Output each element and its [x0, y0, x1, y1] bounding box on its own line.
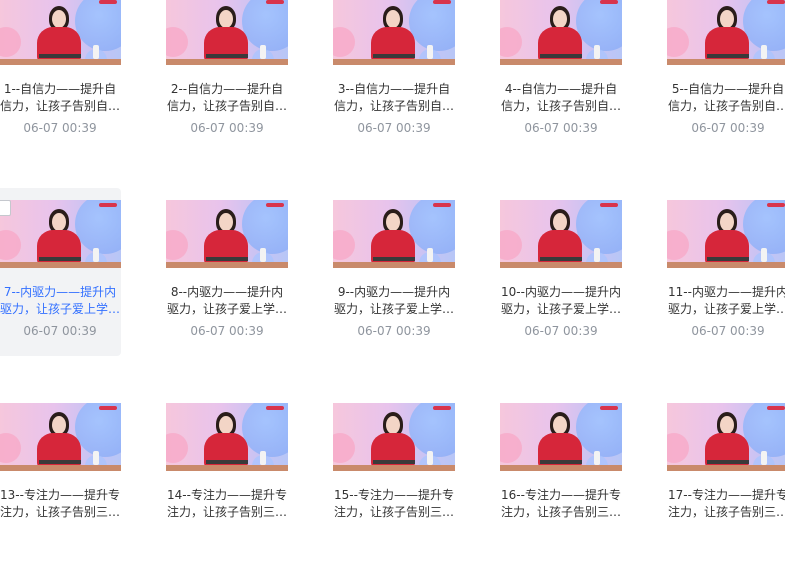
file-tile[interactable]: 4--自信力——提升自 信力，让孩子告别自… 06-07 00:39 [500, 0, 630, 165]
file-modified-time: 06-07 00:39 [357, 121, 431, 135]
file-name-line2: 注力，让孩子告别三… [500, 505, 621, 519]
file-name: 2--自信力——提升自 信力，让孩子告别自… [166, 81, 288, 115]
file-name-line2: 注力，让孩子告别三… [0, 505, 120, 519]
file-modified-time: 06-07 00:39 [357, 324, 431, 338]
file-name: 1--自信力——提升自 信力，让孩子告别自… [0, 81, 121, 115]
video-thumbnail[interactable] [166, 200, 288, 268]
file-tile[interactable]: 17--专注力——提升专 注力，让孩子告别三… [667, 403, 785, 571]
file-name-line2: 注力，让孩子告别三… [166, 505, 287, 519]
file-name-line1: 16--专注力——提升专 [501, 488, 621, 502]
file-name: 16--专注力——提升专 注力，让孩子告别三… [500, 487, 622, 521]
file-name-line2: 注力，让孩子告别三… [333, 505, 454, 519]
video-thumbnail[interactable] [0, 200, 121, 268]
file-tile[interactable]: 8--内驱力——提升内 驱力，让孩子爱上学… 06-07 00:39 [166, 200, 296, 368]
file-name-line2: 信力，让孩子告别自… [667, 99, 785, 113]
file-tile[interactable]: 1--自信力——提升自 信力，让孩子告别自… 06-07 00:39 [0, 0, 129, 165]
file-name-line1: 7--内驱力——提升内 [3, 285, 117, 299]
file-name-line1: 5--自信力——提升自 [671, 82, 785, 96]
file-tile[interactable]: 13--专注力——提升专 注力，让孩子告别三… [0, 403, 129, 571]
file-name: 14--专注力——提升专 注力，让孩子告别三… [166, 487, 288, 521]
file-modified-time: 06-07 00:39 [23, 324, 97, 338]
file-tile[interactable]: 9--内驱力——提升内 驱力，让孩子爱上学… 06-07 00:39 [333, 200, 463, 368]
file-name-line1: 8--内驱力——提升内 [170, 285, 284, 299]
file-tile[interactable]: 7--内驱力——提升内 驱力，让孩子爱上学… 06-07 00:39 [0, 188, 121, 356]
file-name-line2: 信力，让孩子告别自… [0, 99, 120, 113]
file-tile[interactable]: 14--专注力——提升专 注力，让孩子告别三… [166, 403, 296, 571]
file-name-line1: 15--专注力——提升专 [334, 488, 454, 502]
file-name: 5--自信力——提升自 信力，让孩子告别自… [667, 81, 785, 115]
file-name: 15--专注力——提升专 注力，让孩子告别三… [333, 487, 455, 521]
file-name: 7--内驱力——提升内 驱力，让孩子爱上学… [0, 284, 121, 318]
video-thumbnail[interactable] [500, 0, 622, 65]
file-name-line2: 驱力，让孩子爱上学… [500, 302, 621, 316]
file-tile[interactable]: 5--自信力——提升自 信力，让孩子告别自… 06-07 00:39 [667, 0, 785, 165]
file-name-line1: 4--自信力——提升自 [504, 82, 618, 96]
file-name-line1: 14--专注力——提升专 [167, 488, 287, 502]
file-name-line2: 驱力，让孩子爱上学… [333, 302, 454, 316]
file-name-line1: 3--自信力——提升自 [337, 82, 451, 96]
file-name: 17--专注力——提升专 注力，让孩子告别三… [667, 487, 785, 521]
file-name-line1: 17--专注力——提升专 [668, 488, 785, 502]
video-thumbnail[interactable] [500, 403, 622, 471]
video-thumbnail[interactable] [333, 0, 455, 65]
file-name: 4--自信力——提升自 信力，让孩子告别自… [500, 81, 622, 115]
file-tile[interactable]: 2--自信力——提升自 信力，让孩子告别自… 06-07 00:39 [166, 0, 296, 165]
file-name-line1: 1--自信力——提升自 [3, 82, 117, 96]
file-modified-time: 06-07 00:39 [691, 121, 765, 135]
file-name: 9--内驱力——提升内 驱力，让孩子爱上学… [333, 284, 455, 318]
file-tile[interactable]: 10--内驱力——提升内 驱力，让孩子爱上学… 06-07 00:39 [500, 200, 630, 368]
file-name: 13--专注力——提升专 注力，让孩子告别三… [0, 487, 121, 521]
video-thumbnail[interactable] [0, 403, 121, 471]
file-grid: 1--自信力——提升自 信力，让孩子告别自… 06-07 00:39 2--自信力——… [0, 0, 785, 524]
video-thumbnail[interactable] [166, 0, 288, 65]
file-modified-time: 06-07 00:39 [524, 324, 598, 338]
file-name-line2: 驱力，让孩子爱上学… [0, 302, 120, 316]
file-name: 8--内驱力——提升内 驱力，让孩子爱上学… [166, 284, 288, 318]
file-name-line1: 9--内驱力——提升内 [337, 285, 451, 299]
video-thumbnail[interactable] [667, 200, 785, 268]
file-name-line2: 驱力，让孩子爱上学… [166, 302, 287, 316]
file-name-line1: 13--专注力——提升专 [0, 488, 120, 502]
file-name: 11--内驱力——提升内 驱力，让孩子爱上学… [667, 284, 785, 318]
file-tile[interactable]: 11--内驱力——提升内 驱力，让孩子爱上学… 06-07 00:39 [667, 200, 785, 368]
file-modified-time: 06-07 00:39 [190, 324, 264, 338]
file-modified-time: 06-07 00:39 [23, 121, 97, 135]
file-name-line2: 信力，让孩子告别自… [500, 99, 621, 113]
select-checkbox[interactable] [0, 200, 11, 216]
file-modified-time: 06-07 00:39 [524, 121, 598, 135]
video-thumbnail[interactable] [667, 403, 785, 471]
video-thumbnail[interactable] [500, 200, 622, 268]
file-modified-time: 06-07 00:39 [190, 121, 264, 135]
video-thumbnail[interactable] [166, 403, 288, 471]
file-tile[interactable]: 3--自信力——提升自 信力，让孩子告别自… 06-07 00:39 [333, 0, 463, 165]
file-name-line2: 注力，让孩子告别三… [667, 505, 785, 519]
file-name-line1: 10--内驱力——提升内 [501, 285, 621, 299]
file-name: 3--自信力——提升自 信力，让孩子告别自… [333, 81, 455, 115]
file-name-line1: 11--内驱力——提升内 [668, 285, 785, 299]
file-name-line2: 驱力，让孩子爱上学… [667, 302, 785, 316]
file-tile[interactable]: 16--专注力——提升专 注力，让孩子告别三… [500, 403, 630, 571]
video-thumbnail[interactable] [0, 0, 121, 65]
file-tile[interactable]: 15--专注力——提升专 注力，让孩子告别三… [333, 403, 463, 571]
file-modified-time: 06-07 00:39 [691, 324, 765, 338]
file-name-line1: 2--自信力——提升自 [170, 82, 284, 96]
video-thumbnail[interactable] [333, 403, 455, 471]
video-thumbnail[interactable] [667, 0, 785, 65]
video-thumbnail[interactable] [333, 200, 455, 268]
file-name-line2: 信力，让孩子告别自… [166, 99, 287, 113]
file-name: 10--内驱力——提升内 驱力，让孩子爱上学… [500, 284, 622, 318]
file-name-line2: 信力，让孩子告别自… [333, 99, 454, 113]
